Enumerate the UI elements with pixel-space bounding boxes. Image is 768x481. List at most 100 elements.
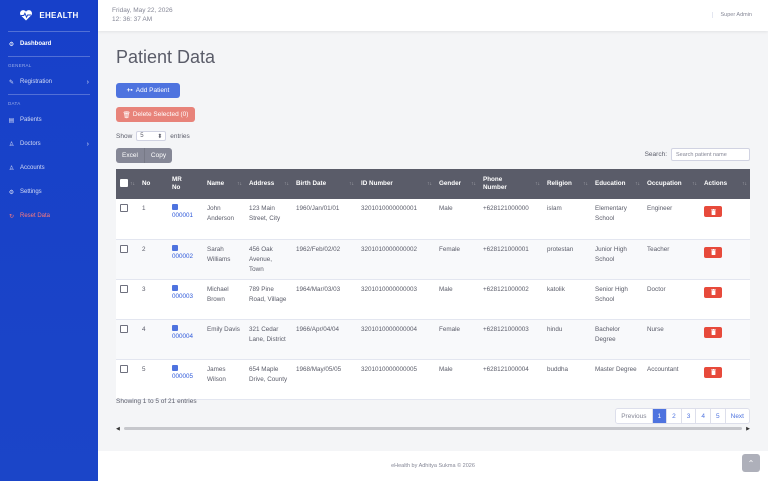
pagination-next[interactable]: Next <box>724 409 749 423</box>
pen-icon: ✎ <box>8 79 15 86</box>
select-all-checkbox[interactable] <box>120 178 128 187</box>
delete-row-button[interactable] <box>704 366 722 378</box>
pagination-page[interactable]: 1 <box>651 409 667 423</box>
pagination-page[interactable]: 3 <box>680 409 696 423</box>
header-name[interactable]: Name ↑↓ <box>203 169 245 199</box>
sidebar-item-settings[interactable]: ⚙ Settings <box>0 180 98 204</box>
user-menu[interactable]: Super Admin <box>711 12 752 18</box>
table-row: 1 000001 John Anderson 123 Main Street, … <box>116 199 750 239</box>
row-checkbox[interactable] <box>120 204 128 212</box>
cell-gender: Male <box>439 285 453 293</box>
header-id-number[interactable]: ID Number ↑↓ <box>357 169 435 199</box>
delete-row-button[interactable] <box>704 326 722 338</box>
cell-education: Bachelor Degree <box>595 325 620 343</box>
scrollbar-thumb[interactable] <box>123 427 743 430</box>
copy-button[interactable]: Copy <box>143 148 173 163</box>
header-education[interactable]: Education ↑↓ <box>591 169 643 199</box>
cell-gender: Female <box>439 245 460 253</box>
header-birth-date[interactable]: Birth Date ↑↓ <box>292 169 357 199</box>
cell-mr-link[interactable]: 000005 <box>168 359 203 399</box>
header-label: Actions <box>704 180 728 187</box>
export-buttons: Excel Copy <box>116 148 173 163</box>
sidebar-item-label: Accounts <box>20 165 45 171</box>
row-checkbox[interactable] <box>120 244 128 253</box>
delete-row-button[interactable] <box>704 206 722 217</box>
search-input[interactable]: Search patient name <box>671 148 750 161</box>
delete-row-button[interactable] <box>704 246 722 258</box>
scroll-right-icon[interactable]: ▶ <box>746 426 750 432</box>
header-label: ID Number <box>361 180 393 187</box>
scroll-to-top-button[interactable]: ⌃ <box>742 454 760 472</box>
horizontal-scrollbar[interactable]: ◀ ▶ <box>116 425 750 432</box>
delete-row-button[interactable] <box>704 286 722 298</box>
header-no[interactable]: No <box>138 169 168 199</box>
scroll-left-icon[interactable]: ◀ <box>116 426 120 432</box>
cell-mr-link[interactable]: 000001 <box>168 199 203 239</box>
table-header-row: ↑↓ No MR No Name ↑↓ Address ↑↓ Birth Date ↑↓… <box>116 169 750 199</box>
sidebar-item-patients[interactable]: ▤ Patients <box>0 108 98 132</box>
sidebar-item-dashboard[interactable]: ⚙ Dashboard <box>0 32 98 56</box>
plus-user-icon: +▪ <box>126 87 133 94</box>
delete-selected-button[interactable]: 🗑 Delete Selected (0) <box>116 107 195 122</box>
cell-birth-date: 1962/Feb/02/02 <box>296 245 341 253</box>
row-checkbox[interactable] <box>120 324 128 333</box>
brand[interactable]: EHEALTH <box>0 0 98 31</box>
table-row: 4 000004 Emily Davis 321 Cedar Lane, Dis… <box>116 319 750 359</box>
sidebar-item-label: Registration <box>20 79 53 85</box>
trash-icon <box>710 369 716 375</box>
pagination: Previous 1 2 3 4 5 Next <box>615 408 750 424</box>
sidebar-item-label: Patients <box>20 117 42 123</box>
cell-id-number: 3201010000000001 <box>361 205 418 212</box>
page-title: Patient Data <box>116 47 216 67</box>
header-actions[interactable]: Actions ↑↓ <box>700 169 750 199</box>
header-gender[interactable]: Gender ↑↓ <box>435 169 479 199</box>
header-mr-no[interactable]: MR No <box>168 169 203 199</box>
cell-occupation: Accountant <box>647 365 679 373</box>
sidebar-item-registration[interactable]: ✎ Registration › <box>0 70 98 94</box>
mr-number: 000002 <box>172 252 194 260</box>
excel-button[interactable]: Excel <box>116 148 144 163</box>
sort-icon: ↑↓ <box>349 181 354 187</box>
sidebar-item-label: Doctors <box>20 141 41 147</box>
pagination-page[interactable]: 2 <box>666 409 681 423</box>
header-address[interactable]: Address ↑↓ <box>245 169 292 199</box>
heart-pulse-icon <box>20 10 33 21</box>
cell-mr-link[interactable]: 000003 <box>168 279 203 319</box>
sidebar-item-doctors[interactable]: ♙ Doctors › <box>0 132 98 156</box>
pagination-page[interactable]: 5 <box>710 409 725 423</box>
mr-number: 000005 <box>172 372 194 380</box>
cell-id-number: 3201010000000003 <box>361 285 418 293</box>
entries-select[interactable]: 5 ⬍ <box>136 131 167 141</box>
cell-religion: hindu <box>547 325 563 333</box>
add-patient-button[interactable]: +▪ Add Patient <box>116 83 180 98</box>
header-select-all[interactable]: ↑↓ <box>116 169 138 199</box>
pagination-previous[interactable]: Previous <box>616 409 652 423</box>
pagination-page[interactable]: 4 <box>695 409 710 423</box>
reset-icon: ↻ <box>8 213 15 220</box>
row-checkbox[interactable] <box>120 284 128 293</box>
cell-mr-link[interactable]: 000002 <box>168 239 203 279</box>
cell-birth-date: 1964/Mar/03/03 <box>296 285 341 293</box>
sort-icon: ↑↓ <box>427 181 432 187</box>
footer: eHealth by Adhitya Sukma © 2026 <box>98 451 768 481</box>
cell-address: 123 Main Street, City <box>249 205 281 222</box>
cell-occupation: Teacher <box>647 245 670 253</box>
header-phone-number[interactable]: Phone Number ↑↓ <box>479 169 543 199</box>
main-content: Patient Data +▪ Add Patient 🗑 Delete Sel… <box>98 31 768 451</box>
table-icon: ▤ <box>8 117 15 124</box>
sidebar-item-accounts[interactable]: ♙ Accounts <box>0 156 98 180</box>
cell-phone: +628121000000 <box>483 205 529 212</box>
sidebar-item-reset-data[interactable]: ↻ Reset Data <box>0 204 98 228</box>
trash-icon <box>710 208 716 215</box>
header-occupation[interactable]: Occupation ↑↓ <box>643 169 700 199</box>
cell-mr-link[interactable]: 000004 <box>168 319 203 359</box>
cell-phone: +628121000004 <box>483 365 529 373</box>
row-checkbox[interactable] <box>120 364 128 373</box>
users-icon: ♙ <box>8 165 15 172</box>
cell-phone: +628121000001 <box>483 245 529 253</box>
cell-no: 3 <box>142 285 146 293</box>
cell-birth-date: 1968/May/05/05 <box>296 365 342 373</box>
header-label: No <box>142 180 151 187</box>
document-icon <box>172 324 178 331</box>
header-religion[interactable]: Religion ↑↓ <box>543 169 591 199</box>
